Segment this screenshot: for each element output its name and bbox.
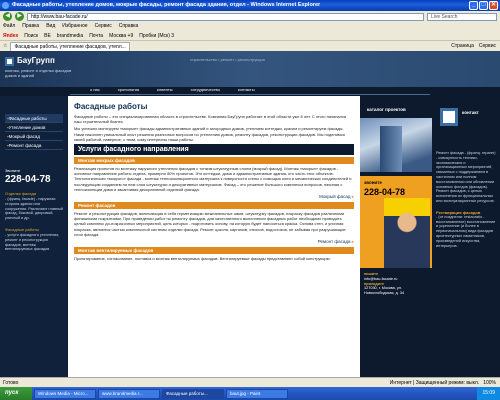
site-header: БауГрупп монтаж, ремонт и отделка фасадо… bbox=[0, 51, 500, 87]
menu-view[interactable]: Вид bbox=[46, 22, 55, 31]
nav-clients[interactable]: клиенты bbox=[157, 86, 173, 94]
favorites-star-icon[interactable]: ☆ bbox=[3, 43, 7, 49]
yandex-logo[interactable]: Яndex bbox=[3, 33, 18, 39]
catalog-label[interactable]: каталог проектов bbox=[364, 106, 409, 113]
sidebar-item-wet-facade[interactable]: Мокрый фасад bbox=[5, 132, 63, 141]
sidebar-item-facade-repair[interactable]: Ремонт фасада bbox=[5, 141, 63, 150]
toolbar-item[interactable]: brandmedia bbox=[57, 33, 83, 39]
menu-bar: Файл Правка Вид Избранное Сервис Справка bbox=[0, 22, 500, 31]
phone-number-large: 228-04-78 bbox=[364, 187, 406, 197]
nav-about[interactable]: о нас bbox=[90, 86, 100, 94]
intro-paragraph-2: Мы успешно монтируем «мокрые» фасады адм… bbox=[74, 126, 345, 142]
email-link[interactable]: info@bau-facade.ru bbox=[364, 277, 397, 281]
taskbar-item[interactable]: www.brandmedia.r... bbox=[98, 388, 160, 399]
address-bar: ◀ ▶ http://www.bau-facade.ru/ Live Searc… bbox=[0, 11, 500, 22]
call-label: Звоните bbox=[5, 168, 21, 173]
menu-help[interactable]: Справка bbox=[119, 22, 139, 31]
tab-bar: ☆ Фасадные работы, утепление фасадов, ут… bbox=[0, 41, 500, 51]
taskbar-item[interactable]: baut.jpg - Paint bbox=[226, 388, 288, 399]
address-label: приходите bbox=[364, 281, 384, 286]
yandex-toolbar: Яndex Поиск ВЕ brandmedia Почта Москва +… bbox=[0, 31, 500, 41]
site-logo-text[interactable]: БауГрупп bbox=[17, 56, 55, 65]
service-heading: Монтаж мокрых фасадов bbox=[74, 157, 354, 165]
back-button[interactable]: ◀ bbox=[3, 12, 12, 21]
service-heading: Ремонт фасадов bbox=[74, 202, 354, 210]
toolbar-item[interactable]: Поиск bbox=[24, 33, 38, 39]
nav-contacts[interactable]: контакты bbox=[238, 86, 255, 94]
page-menu-button[interactable]: Страница bbox=[451, 43, 474, 49]
logo-subtitle: монтаж, ремонт и отделка фасадов домов и… bbox=[5, 68, 72, 78]
start-button[interactable]: пуск bbox=[0, 387, 32, 400]
left-block-text: - услуги фасадного утепления, ремонт и р… bbox=[5, 232, 60, 252]
contact-label[interactable]: контакт bbox=[462, 110, 479, 115]
taskbar: пуск Windows Media - Micro... www.brandm… bbox=[0, 387, 500, 400]
maximize-button[interactable]: □ bbox=[479, 1, 488, 10]
toolbar-item[interactable]: Почта bbox=[89, 33, 103, 39]
more-link[interactable]: Ремонт фасада bbox=[74, 239, 354, 245]
main-content: Фасадные работы Фасадные работы – это сп… bbox=[68, 96, 360, 377]
status-text: Готово bbox=[3, 380, 19, 386]
web-page: БауГрупп монтаж, ремонт и отделка фасадо… bbox=[0, 51, 500, 377]
address-text: 127030, г. Москва, ул. Новослободская, д… bbox=[364, 286, 405, 296]
worker-photo bbox=[384, 198, 430, 268]
service-text: Проектирование, согласование, поставка и… bbox=[74, 256, 331, 262]
menu-favorites[interactable]: Избранное bbox=[62, 22, 87, 31]
top-nav: о нас хронология клиенты сотрудничество … bbox=[75, 86, 395, 94]
nav-cooperation[interactable]: сотрудничество bbox=[191, 86, 220, 94]
phone-number: 228-04-78 bbox=[5, 174, 51, 185]
menu-tools[interactable]: Сервис bbox=[95, 22, 112, 31]
intro-paragraph: Фасадные работы – это специализированная… bbox=[74, 114, 347, 125]
left-block-heading: Отделка фасада bbox=[5, 191, 37, 196]
service-text: Реализация проектов по монтажу наружного… bbox=[74, 166, 352, 192]
title-bar: Фасадные работы, утепление домов, мокрые… bbox=[0, 0, 500, 11]
system-clock: 15:09 bbox=[477, 387, 500, 400]
url-input[interactable]: http://www.bau-facade.ru/ bbox=[27, 12, 424, 21]
browser-window: Фасадные работы, утепление домов, мокрые… bbox=[0, 0, 500, 400]
left-block-heading: Фасадные работы bbox=[5, 226, 39, 232]
left-sidebar: Фасадные работы Утепление домов Мокрый ф… bbox=[0, 96, 68, 377]
tab-active[interactable]: Фасадные работы, утепление фасадов, утеп… bbox=[10, 41, 130, 51]
header-tagline: строительство • ремонт • реконструкция bbox=[190, 57, 265, 62]
email-label: пишите bbox=[364, 272, 379, 276]
left-block-text: - (франц. facade) - наружная сторона зда… bbox=[5, 197, 63, 221]
menu-edit[interactable]: Правка bbox=[22, 22, 39, 31]
tools-menu-button[interactable]: Сервис bbox=[479, 43, 496, 49]
zoom-level[interactable]: 100% bbox=[483, 378, 500, 387]
nav-history[interactable]: хронология bbox=[118, 86, 139, 94]
page-title: Фасадные работы bbox=[74, 102, 148, 111]
tower-shape bbox=[380, 126, 402, 172]
more-link[interactable]: Мокрый фасад bbox=[74, 194, 354, 200]
ie-icon bbox=[2, 2, 9, 9]
middle-column: каталог проектов звоните 228-04-78 пишит… bbox=[360, 96, 432, 377]
right-text-2: - (от позднелат. restauratio - восстанов… bbox=[436, 214, 496, 248]
close-button[interactable]: ✕ bbox=[489, 1, 498, 10]
building-photo bbox=[360, 118, 432, 172]
contact-logo-icon bbox=[440, 108, 458, 126]
taskbar-item-active[interactable]: Фасадные работы... bbox=[162, 388, 224, 399]
sidebar-item-facade-works[interactable]: Фасадные работы bbox=[5, 114, 63, 123]
service-heading: Монтаж вентилируемых фасадов bbox=[74, 247, 354, 255]
security-zone[interactable]: Интернет | Защищенный режим: выкл. bbox=[390, 378, 483, 387]
right-sidebar: контакт Ремонт фасада - (франц. reparer)… bbox=[432, 96, 500, 377]
service-text: Ремонт и реконструкция фасадов, включающ… bbox=[74, 211, 346, 237]
toolbar-item[interactable]: ВЕ bbox=[44, 33, 51, 39]
section-heading: Услуги фасадного направления bbox=[74, 144, 354, 156]
search-input[interactable]: Live Search bbox=[427, 12, 497, 21]
call-label: звоните bbox=[364, 180, 382, 185]
call-block: звоните 228-04-78 bbox=[360, 176, 432, 268]
toolbar-item[interactable]: Москва +9 bbox=[109, 33, 133, 39]
sidebar-item-insulation[interactable]: Утепление домов bbox=[5, 123, 63, 132]
menu-file[interactable]: Файл bbox=[3, 22, 15, 31]
taskbar-item[interactable]: Windows Media - Micro... bbox=[34, 388, 96, 399]
nav-divider bbox=[70, 94, 430, 95]
window-title: Фасадные работы, утепление домов, мокрые… bbox=[12, 2, 321, 8]
logo-icon bbox=[5, 57, 14, 66]
right-text: Ремонт фасада - (франц. reparer) - совок… bbox=[436, 151, 496, 203]
status-bar: Готово Интернет | Защищенный режим: выкл… bbox=[0, 377, 500, 387]
contact-info: пишите info@bau-facade.ru приходите 1270… bbox=[364, 272, 428, 296]
minimize-button[interactable]: _ bbox=[469, 1, 478, 10]
forward-button[interactable]: ▶ bbox=[15, 12, 24, 21]
toolbar-item[interactable]: Пробки (Мск) 3 bbox=[139, 33, 174, 39]
